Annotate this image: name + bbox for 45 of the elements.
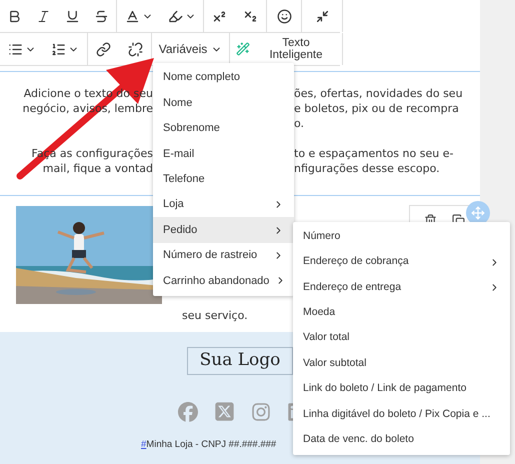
link-icon xyxy=(96,42,111,56)
menu-item[interactable]: Número xyxy=(293,224,510,250)
logo: Sua Logo xyxy=(186,347,294,375)
text-color-icon xyxy=(124,8,140,24)
menu-item[interactable]: E-mail xyxy=(153,141,294,167)
menu-item[interactable]: Sobrenome xyxy=(153,116,294,142)
menu-item[interactable]: Moeda xyxy=(293,300,510,326)
smart-text-button[interactable]: Texto Inteligente xyxy=(230,33,342,65)
highlighter-icon xyxy=(168,8,182,24)
menu-item[interactable]: Telefone xyxy=(153,166,294,192)
collapse-arrows-icon xyxy=(316,10,328,22)
move-icon xyxy=(471,206,485,220)
paragraph-text: e boletos, pix ou de recompra xyxy=(294,102,459,115)
paragraph-text: o. xyxy=(294,117,304,130)
menu-item[interactable]: Loja xyxy=(153,192,294,218)
unlink-icon xyxy=(128,42,142,56)
menu-item[interactable]: Endereço de entrega xyxy=(293,274,510,300)
variables-button[interactable]: Variáveis xyxy=(152,33,229,65)
menu-item[interactable]: Nome xyxy=(153,90,294,116)
magic-wand-icon xyxy=(236,42,250,56)
smiley-icon xyxy=(276,8,292,24)
menu-item[interactable]: Valor total xyxy=(293,326,510,351)
menu-item[interactable]: Link do boleto / Link de pagamento xyxy=(293,376,510,402)
numbered-list-icon xyxy=(51,42,66,56)
strikethrough-icon xyxy=(94,8,109,24)
image-caption-text: seu serviço. xyxy=(182,308,248,324)
bullet-list-icon xyxy=(8,42,22,56)
subscript-icon xyxy=(243,8,258,24)
menu-item[interactable]: Valor subtotal xyxy=(293,350,510,376)
menu-item[interactable]: Pedido xyxy=(153,217,294,243)
menu-item[interactable]: Endereço de cobrança xyxy=(293,249,510,275)
linkedin-icon[interactable] xyxy=(287,402,293,422)
menu-item[interactable]: Data de venc. do boleto xyxy=(293,427,510,453)
bold-icon xyxy=(7,8,22,24)
menu-item[interactable]: Nome completo xyxy=(153,65,294,90)
paragraph-text: mail, fique a vontad xyxy=(42,162,153,175)
superscript-icon xyxy=(212,8,227,24)
paragraph-text: ões, ofertas, novidades do seu xyxy=(294,87,463,100)
footer-text: #Minha Loja - CNPJ ##.###.### xyxy=(141,438,276,452)
paragraph-text: to e espaçamentos no seu e- xyxy=(294,147,454,160)
menu-item[interactable]: Linha digitável do boleto / Pix Copia e ... xyxy=(293,402,510,428)
underline-icon xyxy=(65,8,80,24)
italic-icon xyxy=(36,8,51,24)
paragraph-text: nfigurações desse escopo. xyxy=(294,162,440,175)
footer-link[interactable]: # xyxy=(141,439,146,450)
